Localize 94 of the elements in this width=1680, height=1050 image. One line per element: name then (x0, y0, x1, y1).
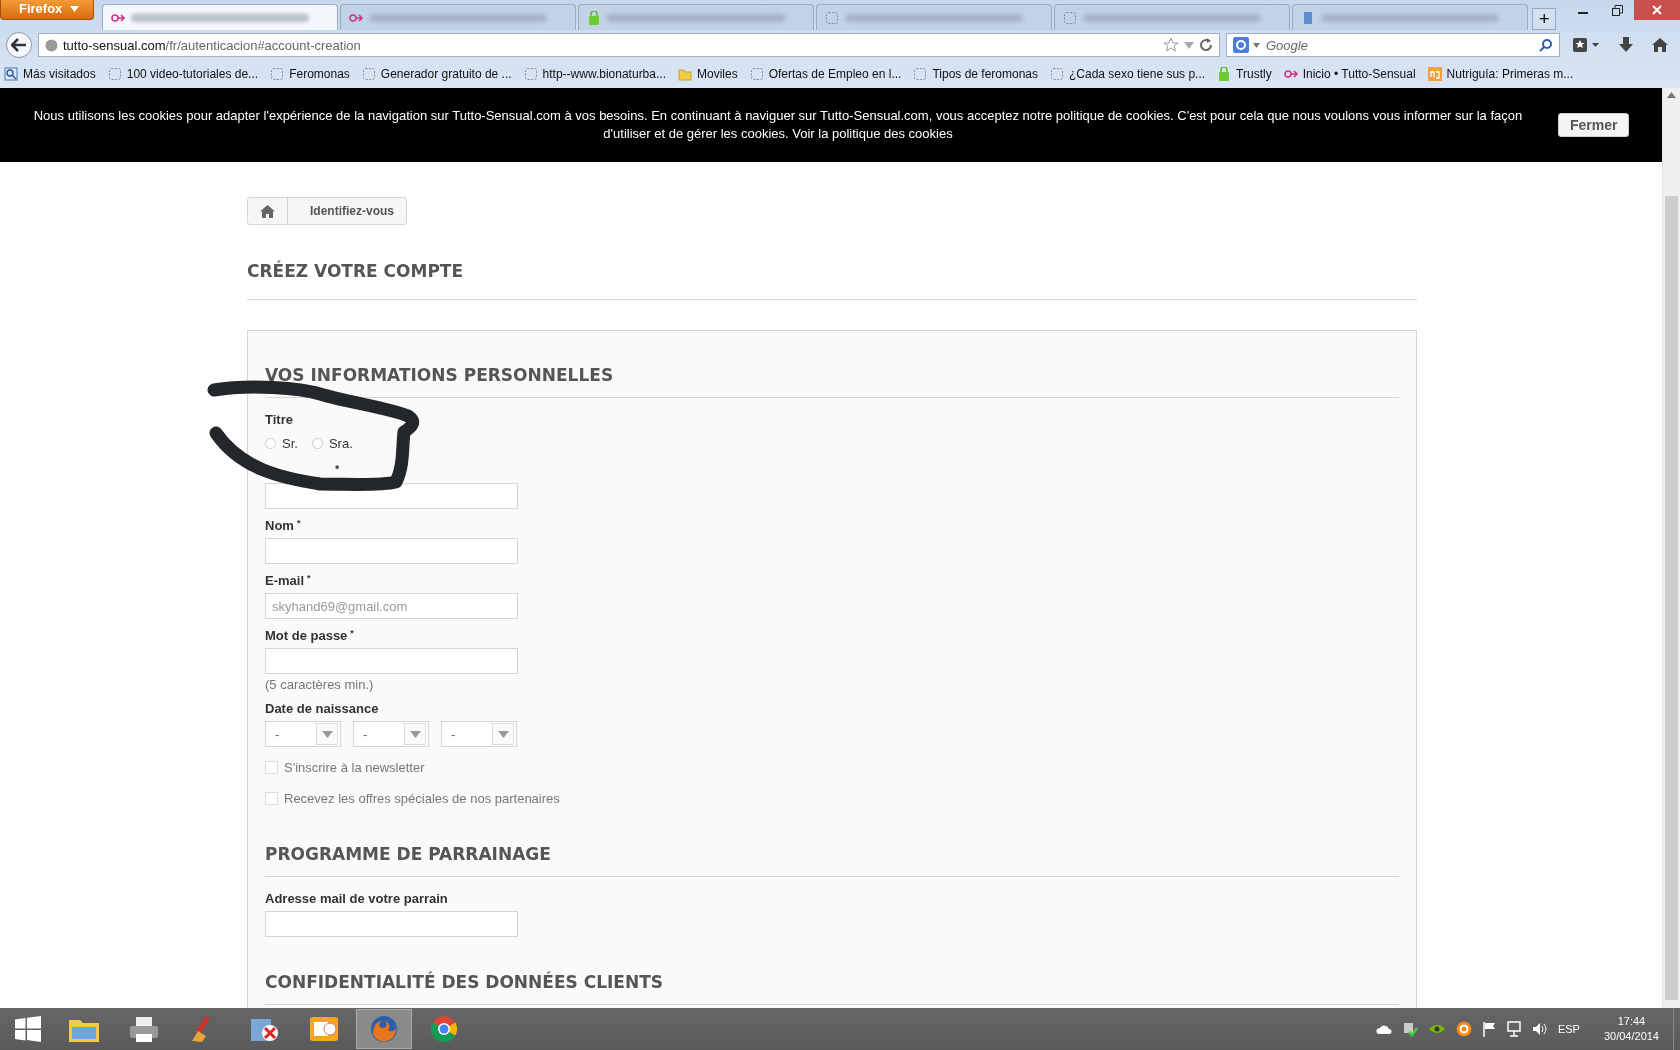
dropdown[interactable]: - (441, 721, 517, 747)
text-field[interactable] (265, 648, 518, 674)
caret-icon (70, 5, 80, 12)
page-icon (825, 10, 840, 25)
close-button[interactable]: Fermer (1558, 113, 1630, 137)
eye-logo-icon[interactable] (1427, 1022, 1446, 1036)
checkbox[interactable] (265, 760, 278, 774)
text-field[interactable] (265, 911, 518, 937)
scrollbar-thumb[interactable] (1665, 196, 1678, 1000)
circle-logo-icon[interactable] (1455, 1021, 1472, 1037)
field-label: E-mail (265, 573, 304, 588)
reload-icon[interactable] (1199, 38, 1213, 52)
page-icon (523, 67, 538, 81)
breadcrumb-item: Identifiez-vous (309, 204, 395, 218)
back-button[interactable] (6, 32, 32, 58)
field-label: Adresse mail de votre parrain (265, 891, 448, 906)
text-field[interactable] (265, 538, 518, 564)
checkbox-label[interactable]: S'inscrire à la newsletter (284, 759, 425, 775)
field-label: Nom (265, 518, 294, 533)
required-mark: * (307, 573, 311, 583)
checkbox-label[interactable]: Recevez les offres spéciales de nos partenaires (284, 790, 560, 806)
cookie-notice: Nous utilisons les cookies pour adapter l'expérience de la navigation sur Tutto-Sensual.com à vos besoins. En continuant à naviguer sur Tutto-Sensual.com, vous acceptez notre politique de cookies. C'est pour cela que nous voulons vous informer sur la façon d'utiliser et de gérer les cookies. Voir la politique des cookies (32, 107, 1524, 143)
bookmark-link[interactable]: Ofertas de Empleo en l... (768, 67, 902, 81)
dropdown[interactable]: - (265, 721, 341, 747)
field-label: Date de naissance (265, 701, 379, 716)
dropdown-icon[interactable] (1184, 41, 1194, 49)
bookmark-link[interactable]: Moviles (697, 67, 738, 81)
page-title: CRÉEZ VOTRE COMPTE (247, 261, 1417, 300)
caret-icon (321, 730, 333, 738)
taskbar-app[interactable] (356, 1009, 412, 1049)
network-icon[interactable] (1505, 1021, 1522, 1037)
flag-icon[interactable] (1481, 1021, 1496, 1037)
new-tab-button[interactable]: + (1532, 8, 1557, 30)
search-icon[interactable] (1539, 38, 1553, 52)
bookmark-link[interactable]: Nutriguía: Primeras m... (1446, 67, 1574, 81)
page-icon (361, 67, 376, 81)
clock[interactable]: 17:44 30/04/2014 (1603, 1014, 1659, 1044)
bookmark-link[interactable]: Tipos de feromonas (932, 67, 1038, 81)
section-heading: VOS INFORMATIONS PERSONNELLES (265, 365, 1399, 398)
bookmark-link[interactable]: http--www.bionaturba... (542, 67, 666, 81)
language-indicator[interactable]: ESP (1557, 1023, 1580, 1035)
shopping-bag-icon (1217, 67, 1232, 81)
browser-tab[interactable] (102, 4, 339, 30)
page-icon (107, 67, 122, 81)
caret-icon (409, 730, 421, 738)
field-label: Mot de passe (265, 628, 348, 643)
star-icon[interactable] (1163, 37, 1179, 53)
square-logo-icon (1427, 67, 1442, 81)
url-text: tutto-sensual.com/fr/autenticacion#account-creation (63, 37, 361, 53)
caret-icon[interactable] (1253, 42, 1260, 48)
checkbox[interactable] (265, 791, 278, 805)
chrome-icon (429, 1014, 459, 1044)
printer-icon (128, 1015, 160, 1043)
bookmark-link[interactable]: ¿Cada sexo tiene sus p... (1069, 67, 1206, 81)
speaker-icon[interactable] (1531, 1021, 1548, 1037)
bookmark-link[interactable]: Más visitados (23, 67, 96, 81)
page-icon (270, 67, 285, 81)
dropdown[interactable]: - (353, 721, 429, 747)
cloud-icon[interactable] (1375, 1023, 1392, 1035)
bookmark-link[interactable]: Generador gratuito de ... (380, 67, 512, 81)
caret-icon (497, 730, 509, 738)
radio-button[interactable] (265, 437, 276, 449)
page-icon (1063, 10, 1078, 25)
bookmark-link[interactable]: Trustly (1236, 67, 1272, 81)
arrow-icon (11, 38, 27, 52)
bookmark-link[interactable]: 100 video-tutoriales de... (126, 67, 259, 81)
hint-text: (5 caractères min.) (265, 677, 374, 692)
required-mark: * (335, 463, 340, 475)
address-field[interactable]: tutto-sensual.com/fr/autenticacion#account-creation (38, 33, 1220, 57)
shield-check-icon[interactable] (1401, 1021, 1418, 1037)
close-icon[interactable] (1634, 0, 1680, 20)
section-heading: PROGRAMME DE PARRAINAGE (265, 844, 1399, 877)
page-icon (913, 67, 928, 81)
firefox-icon (368, 1014, 400, 1044)
field-label: Titre (265, 412, 294, 427)
google-icon (1233, 37, 1249, 53)
scrollbar[interactable] (1662, 88, 1680, 1008)
bookmark-link[interactable]: Feromonas (289, 67, 350, 81)
bookmark-link[interactable]: Inicio • Tutto-Sensual (1302, 67, 1416, 81)
favicon-icon (1283, 67, 1298, 81)
radio-label[interactable]: Sra. (328, 435, 353, 451)
text-field[interactable]: skyhand69@gmail.com (265, 593, 518, 619)
page-icon (1050, 67, 1064, 81)
scroll-up-icon[interactable] (1667, 92, 1676, 98)
search-field[interactable]: Google (1226, 33, 1560, 57)
required-mark: * (350, 628, 354, 638)
shopping-bag-icon (587, 10, 602, 25)
required-mark: * (296, 518, 301, 528)
page-icon (749, 67, 764, 81)
folder-icon (678, 67, 692, 81)
radio-button[interactable] (311, 437, 323, 449)
radio-label[interactable]: Sr. (282, 435, 298, 451)
section-heading: CONFIDENTIALITÉ DES DONNÉES CLIENTS (265, 972, 1399, 1005)
magnifier-page-icon (4, 67, 18, 81)
